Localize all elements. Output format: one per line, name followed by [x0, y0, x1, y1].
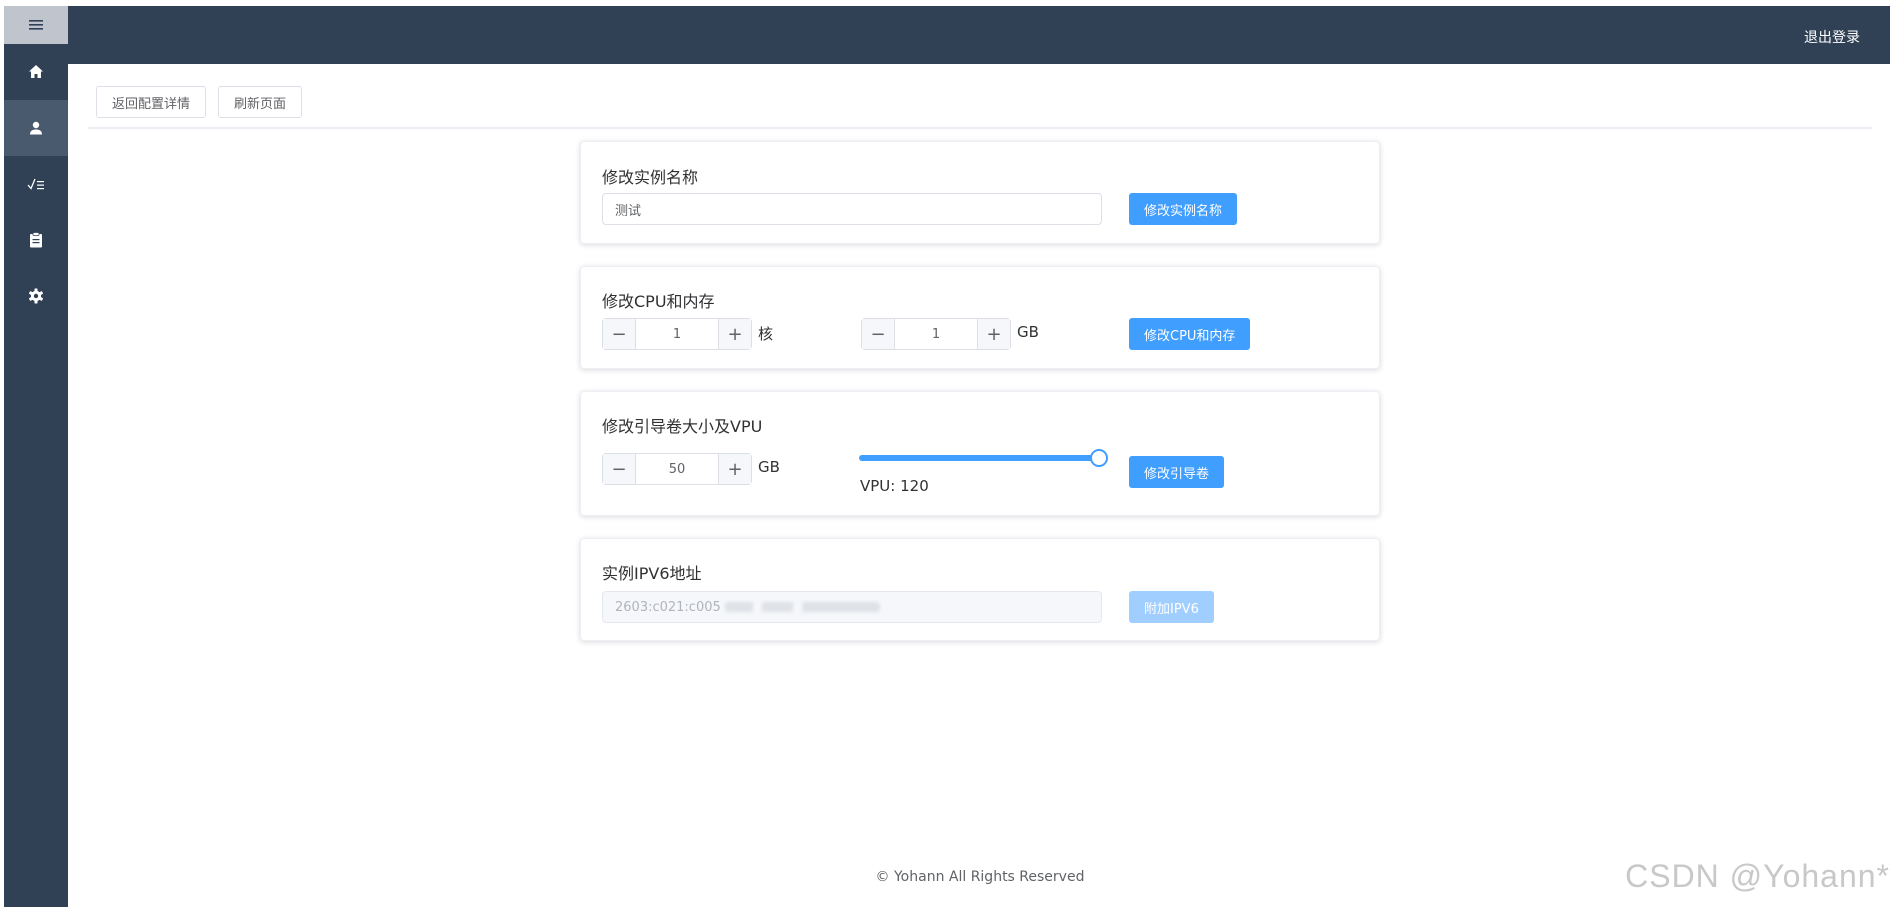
vpu-value-label: VPU: 120 — [860, 477, 929, 495]
ipv6-address-text: 2603:c021:c005 — [615, 599, 721, 615]
boot-card-title: 修改引导卷大小及VPU — [602, 417, 763, 436]
boot-size-increment-button[interactable]: + — [718, 454, 751, 484]
back-to-config-button[interactable]: 返回配置详情 — [96, 86, 207, 118]
sidebar-item-user[interactable] — [4, 100, 68, 156]
instance-name-input[interactable]: 测试 — [602, 193, 1102, 225]
cpu-memory-card: 修改CPU和内存 − 1 + 核 − 1 + GB 修改CPU和内存 — [580, 266, 1380, 369]
memory-stepper[interactable]: − 1 + — [861, 318, 1011, 350]
sidebar-item-settings[interactable] — [4, 268, 68, 324]
hamburger-icon — [29, 20, 43, 30]
boot-size-unit: GB — [758, 458, 780, 476]
sidebar — [4, 6, 68, 907]
checklist-icon — [27, 178, 44, 190]
sidebar-item-clipboard[interactable] — [4, 212, 68, 268]
vpu-slider-track[interactable] — [859, 455, 1099, 461]
refresh-page-button[interactable]: 刷新页面 — [218, 86, 303, 118]
logout-link[interactable]: 退出登录 — [1804, 27, 1860, 47]
top-navbar: 退出登录 — [68, 6, 1890, 64]
sidebar-item-checklist[interactable] — [4, 156, 68, 212]
cpu-value[interactable]: 1 — [636, 319, 718, 349]
memory-increment-button[interactable]: + — [977, 319, 1010, 349]
clipboard-icon — [30, 232, 42, 248]
page-footer: © Yohann All Rights Reserved — [875, 869, 1085, 885]
cpu-stepper[interactable]: − 1 + — [602, 318, 752, 350]
gear-icon — [28, 288, 44, 304]
cpu-card-title: 修改CPU和内存 — [602, 292, 715, 311]
memory-unit: GB — [1017, 323, 1039, 341]
memory-value[interactable]: 1 — [895, 319, 977, 349]
sidebar-item-home[interactable] — [4, 44, 68, 100]
rename-instance-card: 修改实例名称 测试 修改实例名称 — [580, 141, 1380, 244]
vpu-slider-handle[interactable] — [1090, 449, 1108, 467]
ipv6-card: 实例IPV6地址 2603:c021:c005 附加IPV6 — [580, 538, 1380, 641]
user-icon — [30, 121, 42, 135]
boot-volume-card: 修改引导卷大小及VPU − 50 + GB VPU: 120 修改引导卷 — [580, 391, 1380, 516]
boot-size-stepper[interactable]: − 50 + — [602, 453, 752, 485]
boot-size-value[interactable]: 50 — [636, 454, 718, 484]
boot-size-decrement-button[interactable]: − — [603, 454, 636, 484]
ipv6-address-input: 2603:c021:c005 — [602, 591, 1102, 623]
toolbar-divider — [88, 127, 1872, 129]
rename-card-title: 修改实例名称 — [602, 168, 699, 187]
sidebar-toggle-button[interactable] — [4, 6, 68, 44]
modify-cpu-memory-button[interactable]: 修改CPU和内存 — [1129, 318, 1251, 350]
attach-ipv6-button[interactable]: 附加IPV6 — [1129, 591, 1214, 623]
cpu-decrement-button[interactable]: − — [603, 319, 636, 349]
ipv6-card-title: 实例IPV6地址 — [602, 564, 702, 583]
cpu-increment-button[interactable]: + — [718, 319, 751, 349]
page-toolbar: 返回配置详情 刷新页面 — [96, 86, 303, 118]
csdn-watermark: CSDN @Yohann* — [1625, 858, 1890, 894]
redacted-address-blur — [724, 602, 880, 612]
modify-boot-volume-button[interactable]: 修改引导卷 — [1129, 456, 1225, 488]
rename-instance-button[interactable]: 修改实例名称 — [1129, 193, 1238, 225]
home-icon — [29, 65, 43, 78]
memory-decrement-button[interactable]: − — [862, 319, 895, 349]
cpu-unit: 核 — [758, 325, 774, 343]
